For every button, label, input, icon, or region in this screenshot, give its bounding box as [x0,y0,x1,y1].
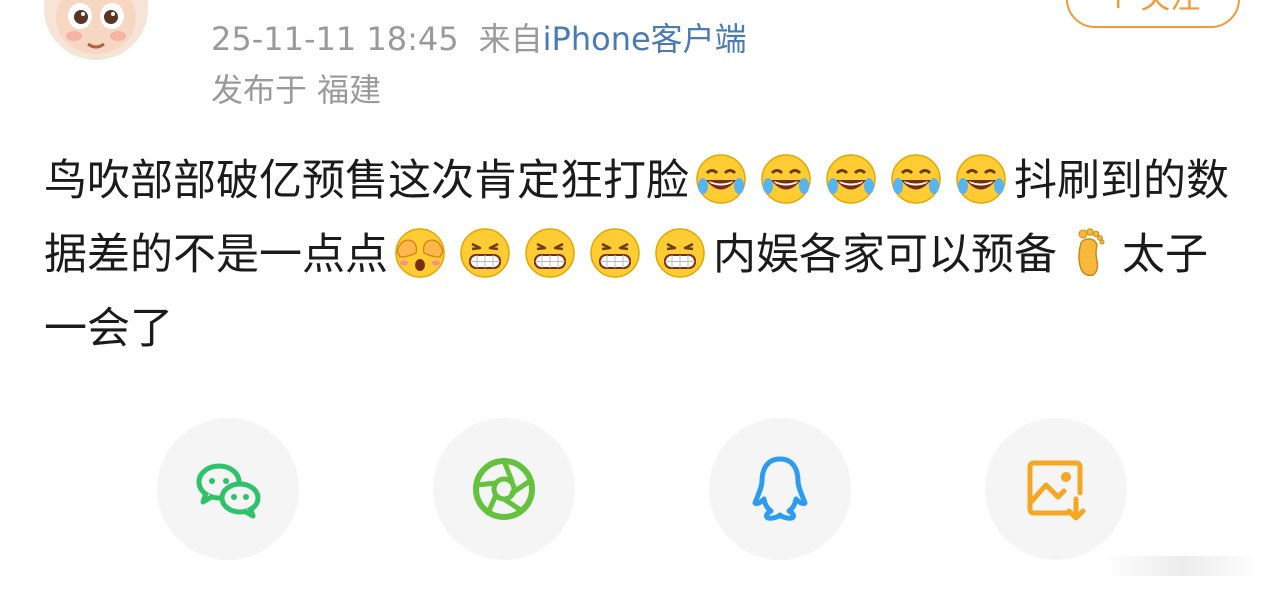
laugh-cry-emoji-icon [760,153,812,205]
laugh-cry-emoji-icon [955,153,1007,205]
weibo-post-screen: 25-11-11 18:45 来自iPhone客户端 发布于 福建 + 关注 鸟吹… [0,0,1284,596]
cover-eyes-emoji-icon [394,227,446,279]
client-link[interactable]: iPhone客户端 [543,20,747,58]
post-text-segment: 鸟吹部部破亿预售这次肯定狂打脸 [44,156,689,206]
grin-emoji-icon [459,227,511,279]
post-meta: 25-11-11 18:45 来自iPhone客户端 [211,18,747,60]
laugh-cry-emoji-icon [890,153,942,205]
save-image-button[interactable] [985,418,1127,560]
save-image-icon [1027,460,1086,521]
share-qq-button[interactable] [709,418,851,560]
via-prefix: 来自 [478,20,543,58]
post-text-segment: 内娱各家可以预备 [713,230,1057,280]
wechat-icon [196,463,261,519]
laugh-cry-emoji-icon [695,153,747,205]
laugh-cry-emoji-icon [825,153,877,205]
watermark [1104,556,1260,576]
foot-emoji-icon [1063,227,1115,279]
post-time: 25-11-11 18:45 [211,20,459,58]
share-moments-button[interactable] [433,418,575,560]
grin-emoji-icon [524,227,576,279]
grin-emoji-icon [589,227,641,279]
follow-button[interactable]: + 关注 [1066,0,1240,28]
post-body: 鸟吹部部破亿预售这次肯定狂打脸 抖刷到的数据差的不是一点点 内娱各家可以预备 太子一会… [44,144,1244,366]
grin-emoji-icon [654,227,706,279]
post-location: 发布于 福建 [211,71,382,109]
qq-icon [752,456,808,521]
share-wechat-button[interactable] [157,418,299,560]
moments-icon [473,458,535,520]
avatar[interactable] [44,0,148,60]
